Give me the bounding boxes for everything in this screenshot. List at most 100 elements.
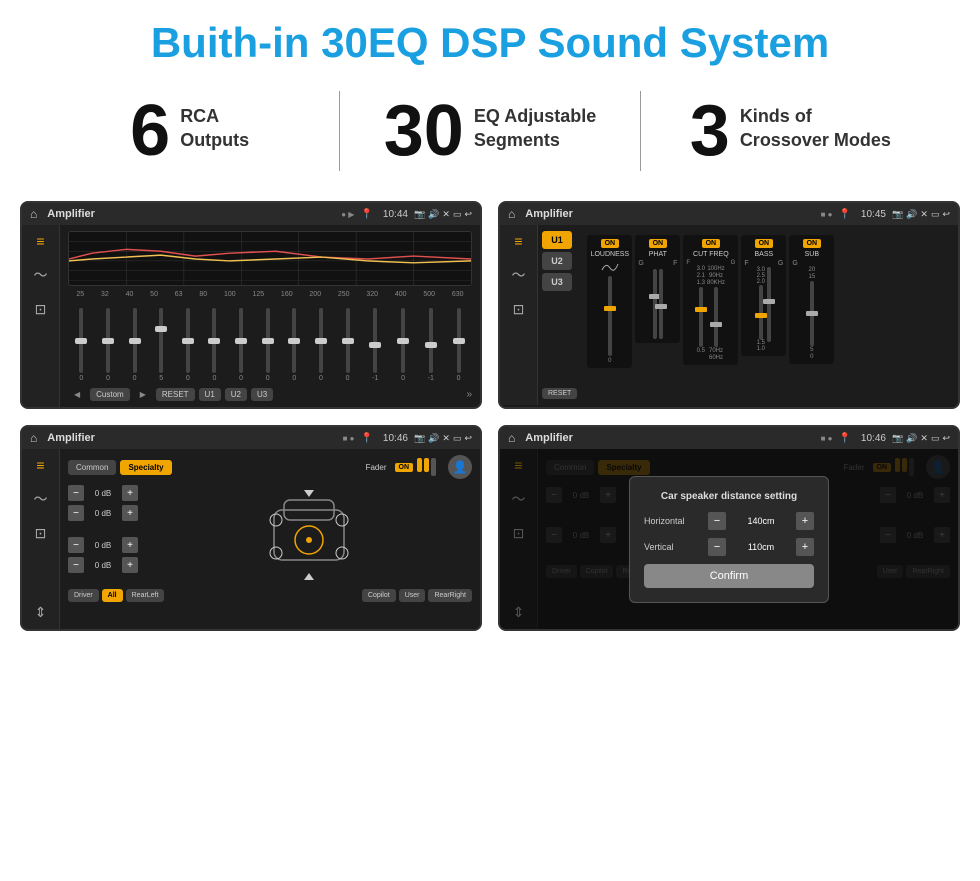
vertical-minus-btn[interactable]: −: [708, 538, 726, 556]
rearleft-btn[interactable]: RearLeft: [126, 589, 165, 602]
screen1-time: 10:44: [383, 209, 408, 220]
user-icon-btn[interactable]: 👤: [448, 455, 472, 479]
fader-on[interactable]: ON: [395, 463, 414, 472]
phat-slider-f[interactable]: [659, 269, 663, 339]
stat-divider-1: [339, 91, 340, 171]
u2-btn[interactable]: U2: [225, 388, 247, 401]
expand-icon[interactable]: »: [466, 389, 472, 400]
speaker-icon-3[interactable]: ⊡: [35, 525, 47, 542]
dialog-box: Car speaker distance setting Horizontal …: [629, 476, 829, 603]
back-icon-4[interactable]: ↩: [942, 433, 950, 444]
bass-slider-g[interactable]: [767, 267, 771, 342]
user-btn[interactable]: User: [399, 589, 426, 602]
confirm-button[interactable]: Confirm: [644, 564, 814, 588]
back-icon-3[interactable]: ↩: [464, 433, 472, 444]
status-icons-2: 📷 🔊 ✕ ▭ ↩: [892, 209, 950, 220]
all-btn[interactable]: All: [102, 589, 123, 602]
eq-slider-7: 0: [239, 308, 243, 382]
page-title: Buith-in 30EQ DSP Sound System: [10, 20, 970, 66]
db3-val: 0 dB: [87, 541, 119, 550]
eq-slider-11: 0: [346, 308, 350, 382]
stat-divider-2: [640, 91, 641, 171]
bass-col: ON BASS FG 3.0 2.5 2.0: [741, 235, 786, 356]
arrows-icon-3[interactable]: ⇕: [35, 604, 47, 621]
vertical-plus-btn[interactable]: +: [796, 538, 814, 556]
copilot-btn[interactable]: Copilot: [362, 589, 396, 602]
cutfreq-slider-g[interactable]: [714, 287, 718, 347]
eq-icon-2[interactable]: ≡: [514, 233, 522, 249]
custom-btn[interactable]: Custom: [90, 388, 130, 401]
sub-col: ON SUB G 20 15 5 0: [789, 235, 834, 364]
dot-icon-1: ● ▶: [341, 210, 354, 219]
common-tab[interactable]: Common: [68, 460, 116, 475]
stat-rca: 6 RCA Outputs: [60, 95, 319, 167]
back-icon-2[interactable]: ↩: [942, 209, 950, 220]
horizontal-minus-btn[interactable]: −: [708, 512, 726, 530]
db4-plus[interactable]: +: [122, 557, 138, 573]
u3-tab[interactable]: U3: [542, 273, 572, 291]
specialty-tab[interactable]: Specialty: [120, 460, 171, 475]
u3-btn[interactable]: U3: [251, 388, 273, 401]
db4-minus[interactable]: −: [68, 557, 84, 573]
close-icon-1[interactable]: ✕: [442, 209, 450, 220]
db1-minus[interactable]: −: [68, 485, 84, 501]
rearright-btn[interactable]: RearRight: [428, 589, 472, 602]
amp-cols: ON LOUDNESS 0 ON PHAT: [587, 231, 954, 399]
close-icon-3[interactable]: ✕: [442, 433, 450, 444]
home-icon-4[interactable]: ⌂: [508, 431, 515, 445]
play-btn[interactable]: ▶: [134, 388, 152, 401]
status-bar-4: ⌂ Amplifier ■ ● 📍 10:46 📷 🔊 ✕ ▭ ↩: [500, 427, 958, 449]
stat-eq: 30 EQ Adjustable Segments: [360, 95, 619, 167]
reset-btn[interactable]: RESET: [156, 388, 195, 401]
back-icon-1[interactable]: ↩: [464, 209, 472, 220]
dialog-vertical-row: Vertical − 110cm +: [644, 538, 814, 556]
db2-minus[interactable]: −: [68, 505, 84, 521]
sub-slider[interactable]: [810, 281, 814, 346]
speaker-icon-1[interactable]: ⊡: [35, 301, 47, 318]
screen4-time: 10:46: [861, 433, 886, 444]
screens-grid: ⌂ Amplifier ● ▶ 📍 10:44 📷 🔊 ✕ ▭ ↩ ≡ 〜 ⊡: [0, 191, 980, 651]
location-icon-1: 📍: [360, 209, 372, 220]
u1-btn[interactable]: U1: [199, 388, 221, 401]
speaker-icon-2[interactable]: ⊡: [513, 301, 525, 318]
home-icon-2[interactable]: ⌂: [508, 207, 515, 221]
bass-on[interactable]: ON: [755, 239, 774, 248]
driver-btn[interactable]: Driver: [68, 589, 99, 602]
eq-slider-14: -1: [428, 308, 434, 382]
horizontal-plus-btn[interactable]: +: [796, 512, 814, 530]
db1-plus[interactable]: +: [122, 485, 138, 501]
prev-btn[interactable]: ◀: [68, 388, 86, 401]
eq-slider-1: 0: [79, 308, 83, 382]
wave-icon-3[interactable]: 〜: [34, 489, 48, 509]
loudness-on[interactable]: ON: [601, 239, 620, 248]
db3-plus[interactable]: +: [122, 537, 138, 553]
db-row-3: − 0 dB +: [68, 537, 138, 553]
bass-slider-f[interactable]: [759, 285, 763, 340]
eq-icon-3[interactable]: ≡: [36, 457, 44, 473]
dialog-horizontal-label: Horizontal: [644, 516, 704, 526]
screen-eq: ⌂ Amplifier ● ▶ 📍 10:44 📷 🔊 ✕ ▭ ↩ ≡ 〜 ⊡: [20, 201, 482, 409]
u1-tab[interactable]: U1: [542, 231, 572, 249]
cutfreq-on[interactable]: ON: [702, 239, 721, 248]
home-icon-3[interactable]: ⌂: [30, 431, 37, 445]
close-icon-4[interactable]: ✕: [920, 433, 928, 444]
wave-icon-2[interactable]: 〜: [512, 265, 526, 285]
db-row-1: − 0 dB +: [68, 485, 138, 501]
wave-icon-1[interactable]: 〜: [34, 265, 48, 285]
eq-slider-15: 0: [457, 308, 461, 382]
db-row-2: − 0 dB +: [68, 505, 138, 521]
sidebar-1: ≡ 〜 ⊡: [22, 225, 60, 407]
loudness-slider[interactable]: [608, 276, 612, 356]
reset-btn-2[interactable]: RESET: [542, 388, 577, 399]
cutfreq-slider-f[interactable]: [699, 287, 703, 347]
db3-minus[interactable]: −: [68, 537, 84, 553]
db2-plus[interactable]: +: [122, 505, 138, 521]
u2-tab[interactable]: U2: [542, 252, 572, 270]
sidebar-2: ≡ 〜 ⊡: [500, 225, 538, 405]
sub-on[interactable]: ON: [803, 239, 822, 248]
phat-on[interactable]: ON: [649, 239, 668, 248]
eq-icon-1[interactable]: ≡: [36, 233, 44, 249]
home-icon-1[interactable]: ⌂: [30, 207, 37, 221]
sub-title: SUB: [805, 251, 819, 258]
close-icon-2[interactable]: ✕: [920, 209, 928, 220]
